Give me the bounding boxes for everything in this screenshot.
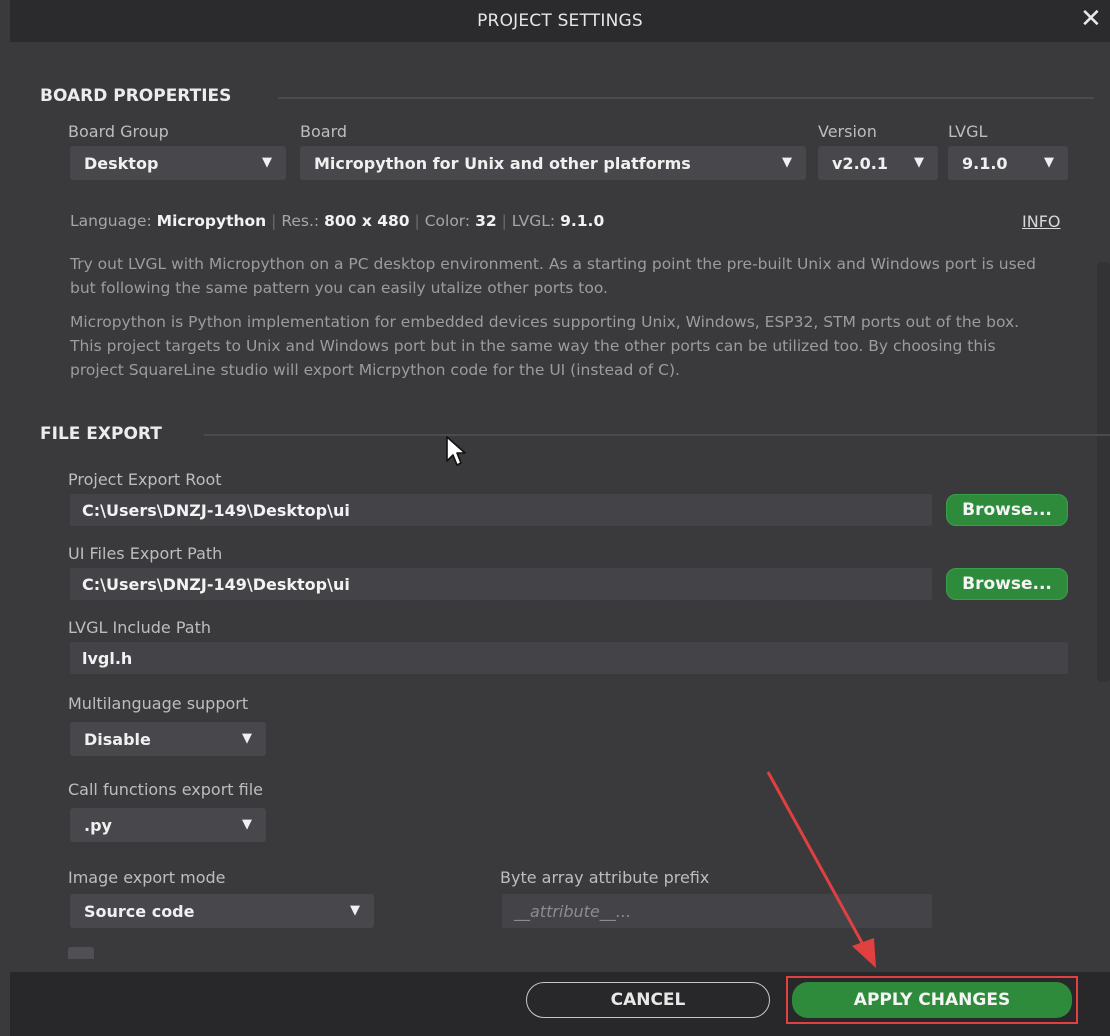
separator: | — [501, 212, 507, 230]
lvgl-include-path-label: LVGL Include Path — [68, 618, 211, 637]
image-export-mode-label: Image export mode — [68, 868, 226, 887]
separator: | — [271, 212, 277, 230]
apply-highlight-box: APPLY CHANGES — [786, 976, 1078, 1024]
checkbox[interactable] — [68, 947, 94, 959]
board-label: Board — [300, 122, 348, 141]
image-export-mode-dropdown[interactable]: Source code ▼ — [70, 894, 374, 928]
apply-changes-button[interactable]: APPLY CHANGES — [792, 982, 1072, 1018]
mouse-cursor-icon — [446, 436, 466, 466]
lvgl-info-label: LVGL: — [511, 212, 556, 230]
section-divider — [278, 97, 1094, 99]
project-export-root-label: Project Export Root — [68, 470, 222, 489]
board-group-value: Desktop — [84, 153, 159, 173]
multilanguage-value: Disable — [84, 729, 151, 749]
chevron-down-icon: ▼ — [262, 154, 272, 170]
ui-files-export-path-label: UI Files Export Path — [68, 544, 223, 563]
res-value: 800 x 480 — [324, 212, 410, 230]
dialog-title: PROJECT SETTINGS — [477, 11, 643, 31]
color-value: 32 — [475, 212, 497, 230]
byte-array-prefix-input[interactable]: __attribute__... — [502, 894, 932, 928]
version-label: Version — [818, 122, 877, 141]
version-value: v2.0.1 — [832, 153, 888, 173]
chevron-down-icon: ▼ — [350, 902, 360, 918]
separator: | — [414, 212, 420, 230]
board-dropdown[interactable]: Micropython for Unix and other platforms… — [300, 146, 806, 180]
board-description-2: Micropython is Python implementation for… — [70, 313, 1020, 379]
browse-ui-files-export-path-button[interactable]: Browse... — [946, 568, 1068, 600]
call-functions-value: .py — [84, 815, 112, 835]
board-group-label: Board Group — [68, 122, 169, 141]
language-label: Language: — [70, 212, 152, 230]
info-link[interactable]: INFO — [1022, 212, 1060, 231]
chevron-down-icon: ▼ — [1044, 154, 1054, 170]
board-group-dropdown[interactable]: Desktop ▼ — [70, 146, 286, 180]
settings-content: BOARD PROPERTIES Board Group Board Versi… — [10, 42, 1110, 972]
close-icon[interactable]: ✕ — [1076, 4, 1106, 34]
call-functions-dropdown[interactable]: .py ▼ — [70, 808, 266, 842]
ui-files-export-path-field[interactable]: C:\Users\DNZJ-149\Desktop\ui — [70, 568, 932, 600]
lvgl-info-value: 9.1.0 — [560, 212, 605, 230]
byte-array-prefix-label: Byte array attribute prefix — [500, 868, 710, 887]
browse-project-export-root-button[interactable]: Browse... — [946, 494, 1068, 526]
image-export-mode-value: Source code — [84, 901, 195, 921]
lvgl-label: LVGL — [948, 122, 988, 141]
language-value: Micropython — [156, 212, 267, 230]
chevron-down-icon: ▼ — [782, 154, 792, 170]
multilanguage-label: Multilanguage support — [68, 694, 249, 713]
dialog-title-bar: PROJECT SETTINGS ✕ — [10, 0, 1110, 42]
board-value: Micropython for Unix and other platforms — [314, 153, 691, 173]
chevron-down-icon: ▼ — [242, 816, 252, 832]
scrollbar[interactable] — [1097, 262, 1110, 682]
call-functions-label: Call functions export file — [68, 780, 264, 799]
chevron-down-icon: ▼ — [242, 730, 252, 746]
lvgl-include-path-field[interactable]: lvgl.h — [70, 642, 1068, 674]
cancel-button[interactable]: CANCEL — [526, 982, 770, 1018]
project-export-root-field[interactable]: C:\Users\DNZJ-149\Desktop\ui — [70, 494, 932, 526]
file-export-header: FILE EXPORT — [40, 424, 162, 444]
lvgl-version-value: 9.1.0 — [962, 153, 1008, 173]
multilanguage-dropdown[interactable]: Disable ▼ — [70, 722, 266, 756]
chevron-down-icon: ▼ — [914, 154, 924, 170]
lvgl-version-dropdown[interactable]: 9.1.0 ▼ — [948, 146, 1068, 180]
version-dropdown[interactable]: v2.0.1 ▼ — [818, 146, 938, 180]
res-label: Res.: — [281, 212, 320, 230]
board-description-1: Try out LVGL with Micropython on a PC de… — [70, 255, 1037, 297]
board-info-line: Language: Micropython | Res.: 800 x 480 … — [70, 212, 604, 230]
color-label: Color: — [424, 212, 471, 230]
board-properties-header: BOARD PROPERTIES — [40, 86, 232, 106]
section-divider — [204, 434, 1110, 436]
